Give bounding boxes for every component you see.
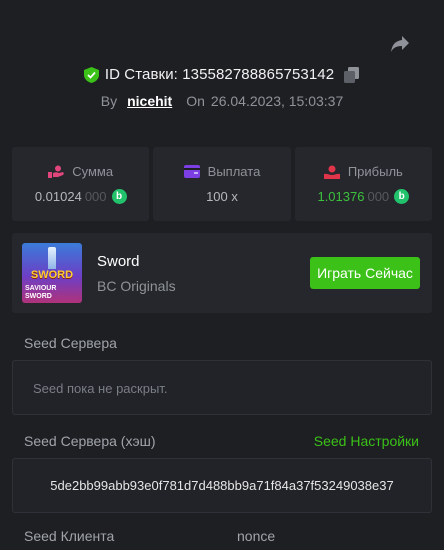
- game-thumbnail[interactable]: SWORD SAVIOUR SWORD: [22, 243, 82, 303]
- game-thumbnail-subtitle: SAVIOUR SWORD: [25, 285, 57, 300]
- stat-amount-value: 0.01024: [34, 189, 82, 204]
- bc-coin-icon: b: [111, 189, 127, 204]
- share-button[interactable]: [389, 33, 411, 55]
- play-now-button[interactable]: Играть Сейчас: [310, 257, 420, 289]
- server-seed-value: Seed пока не раскрыт.: [33, 381, 168, 396]
- bc-coin-icon: b: [394, 189, 410, 204]
- server-seed-box: Seed пока не раскрыт.: [12, 360, 432, 415]
- stat-profit-label: Прибыль: [347, 164, 403, 179]
- game-card: SWORD SAVIOUR SWORD Sword BC Originals И…: [12, 233, 432, 313]
- seed-settings-link[interactable]: Seed Настройки: [314, 433, 419, 449]
- stat-amount: Сумма 0.01024 000 b: [12, 147, 150, 221]
- sword-icon: [48, 247, 56, 269]
- profit-icon: [323, 165, 340, 179]
- nonce-label: nonce: [237, 528, 276, 544]
- stat-amount-label: Сумма: [72, 164, 114, 179]
- stat-payout-label: Выплата: [207, 164, 261, 179]
- server-seed-hash-box[interactable]: 5de2bb99abb93e0f781d7d488bb9a71f84a37f53…: [12, 458, 432, 513]
- game-title[interactable]: Sword: [97, 253, 140, 270]
- username-link[interactable]: nicehit: [127, 93, 172, 109]
- client-seed-label: Seed Клиента: [24, 528, 115, 544]
- stat-profit-value-zeros: 000: [367, 189, 390, 204]
- share-icon: [391, 36, 409, 52]
- stat-amount-value-zeros: 000: [84, 189, 107, 204]
- bet-meta-row: By nicehit On 26.04.2023, 15:03:37: [0, 93, 444, 109]
- server-seed-hash-value: 5de2bb99abb93e0f781d7d488bb9a71f84a37f53…: [50, 478, 394, 493]
- bet-id: ID Ставки: 135582788865753142: [104, 66, 335, 83]
- by-label: By: [100, 93, 118, 109]
- stat-profit-value: 1.01376: [317, 189, 365, 204]
- copy-icon[interactable]: [344, 66, 360, 83]
- server-seed-hash-label: Seed Сервера (хэш): [24, 433, 156, 449]
- stat-payout-value: 100 x: [206, 189, 238, 204]
- verified-shield-icon: [83, 66, 99, 83]
- server-seed-label: Seed Сервера: [24, 335, 117, 351]
- on-label: On: [186, 93, 205, 109]
- bet-date: 26.04.2023, 15:03:37: [210, 93, 344, 109]
- game-provider: BC Originals: [97, 278, 176, 294]
- bet-stats: Сумма 0.01024 000 b Выплата 100 x Прибыл…: [12, 147, 432, 221]
- wallet-icon: [183, 165, 200, 178]
- game-thumbnail-title: SWORD: [30, 269, 74, 281]
- stat-payout: Выплата 100 x: [153, 147, 291, 221]
- bet-id-row: ID Ставки: 135582788865753142: [0, 66, 444, 83]
- stat-profit: Прибыль 1.01376 000 b: [294, 147, 432, 221]
- hand-money-icon: [48, 165, 64, 178]
